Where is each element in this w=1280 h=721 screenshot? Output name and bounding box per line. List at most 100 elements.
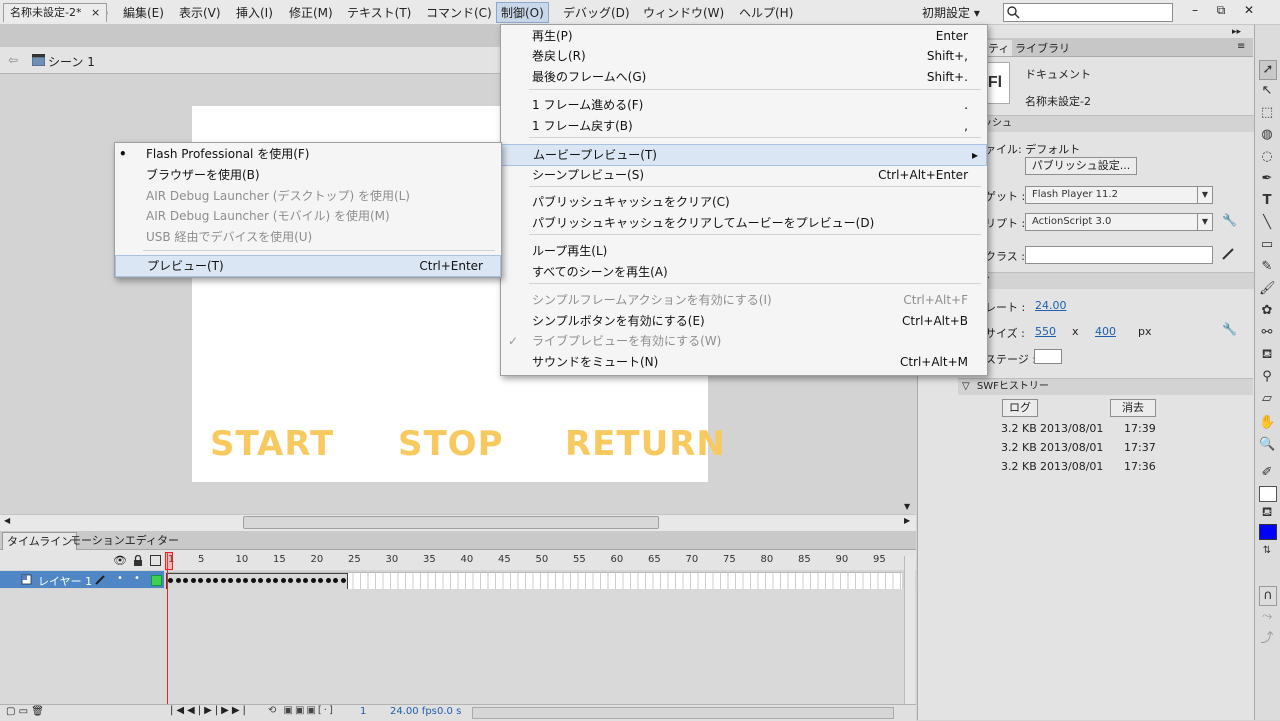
control-menu-item[interactable]: パブリッシュキャッシュをクリア(C) bbox=[501, 192, 985, 212]
keyframe[interactable] bbox=[325, 578, 331, 583]
menu-10[interactable]: ヘルプ(H) bbox=[739, 4, 793, 21]
keyframe[interactable] bbox=[295, 578, 301, 583]
keyframe[interactable] bbox=[303, 578, 308, 583]
timeline-vertical-scrollbar[interactable] bbox=[904, 556, 915, 704]
bone-tool-icon[interactable]: ⚯ bbox=[1259, 324, 1275, 342]
menu-1[interactable]: 編集(E) bbox=[123, 4, 164, 21]
keyframe[interactable] bbox=[243, 578, 248, 583]
preview-submenu-item[interactable]: AIR Debug Launcher (デスクトップ) を使用(L) bbox=[115, 186, 499, 206]
tab-library[interactable]: ライブラリ bbox=[1015, 40, 1070, 56]
keyframe[interactable] bbox=[265, 578, 271, 583]
control-menu-item[interactable]: 再生(P) Enter bbox=[501, 26, 985, 46]
playhead[interactable] bbox=[165, 552, 173, 570]
return-button-text[interactable]: RETURN bbox=[565, 424, 726, 464]
keyframe[interactable] bbox=[288, 578, 293, 583]
current-frame[interactable]: 1 bbox=[360, 706, 366, 717]
keyframe[interactable] bbox=[333, 578, 338, 583]
text-tool-icon[interactable]: T bbox=[1259, 192, 1275, 210]
keyframe[interactable] bbox=[235, 578, 241, 583]
menu-6[interactable]: コマンド(C) bbox=[426, 4, 492, 21]
subselection-tool-icon[interactable]: ↖ bbox=[1259, 82, 1275, 100]
line-tool-icon[interactable]: ╲ bbox=[1259, 214, 1275, 232]
frame-rate[interactable]: 24.00 fps bbox=[390, 706, 437, 717]
layer-name[interactable]: レイヤー 1 bbox=[38, 573, 92, 589]
keyframe[interactable] bbox=[250, 578, 256, 583]
keyframe[interactable] bbox=[205, 578, 211, 583]
brush-tool-icon[interactable]: 🖌 bbox=[1259, 280, 1276, 298]
search-input[interactable] bbox=[1003, 3, 1173, 22]
frame-ruler[interactable]: 1 5 10 15 20 25 30 35 40 45 50 55 60 65 70 75 80 85 90 95 bbox=[166, 552, 902, 570]
document-tab[interactable]: 名称未設定-2* × bbox=[3, 3, 108, 22]
preview-submenu-item[interactable]: USB 経由でデバイスを使用(U) bbox=[115, 227, 499, 247]
panel-collapse-icon[interactable]: ▸▸ bbox=[1232, 27, 1241, 37]
keyframe[interactable] bbox=[198, 578, 203, 583]
pencil-icon[interactable] bbox=[1221, 247, 1235, 261]
lock-dot-icon[interactable]: • bbox=[134, 573, 140, 584]
publish-settings-button[interactable]: パブリッシュ設定... bbox=[1025, 157, 1137, 175]
onion-skin-icons[interactable]: ⟲ ▣▣▣[·] bbox=[268, 705, 335, 716]
outline-icon[interactable] bbox=[150, 555, 161, 566]
minimize-button[interactable]: – bbox=[1184, 2, 1206, 18]
deco-tool-icon[interactable]: ✿ bbox=[1259, 302, 1275, 320]
control-menu-item[interactable]: シンプルボタンを有効にする(E) Ctrl+Alt+B bbox=[501, 311, 985, 331]
fps-value[interactable]: 24.00 bbox=[1035, 299, 1067, 312]
keyframe[interactable] bbox=[310, 578, 316, 583]
straighten-icon[interactable]: ⤴ bbox=[1259, 630, 1275, 648]
wrench-icon[interactable]: 🔧 bbox=[1222, 213, 1237, 227]
layer-color-swatch[interactable] bbox=[151, 575, 162, 586]
new-layer-icon[interactable]: ▢ ▭ 🗑 bbox=[6, 706, 44, 717]
3d-rotation-tool-icon[interactable]: ◍ bbox=[1259, 126, 1275, 144]
zoom-tool-icon[interactable]: 🔍 bbox=[1259, 436, 1275, 454]
preview-submenu-item[interactable]: ブラウザーを使用(B) bbox=[115, 165, 499, 185]
smooth-icon[interactable]: ⤳ bbox=[1259, 608, 1275, 626]
eyedropper-tool-icon[interactable]: ⚲ bbox=[1259, 368, 1275, 386]
status-scrollbar[interactable] bbox=[472, 707, 894, 719]
keyframe[interactable] bbox=[175, 578, 181, 583]
fill-color-swatch[interactable] bbox=[1259, 524, 1277, 540]
scrollbar-thumb[interactable] bbox=[243, 516, 659, 529]
pencil-tool-icon[interactable]: ✎ bbox=[1259, 258, 1275, 276]
class-input[interactable] bbox=[1025, 246, 1213, 264]
swap-colors-icon[interactable]: ⇅ bbox=[1259, 542, 1275, 560]
control-menu-item[interactable]: ムービープレビュー(T) ▸ bbox=[501, 144, 987, 166]
eye-icon[interactable]: 👁 bbox=[113, 554, 127, 567]
close-icon[interactable]: × bbox=[91, 6, 100, 19]
control-menu-item[interactable]: 1 フレーム進める(F). bbox=[501, 95, 985, 115]
swf-history-section[interactable]: ▽ SWFヒストリー bbox=[958, 378, 1253, 395]
preview-submenu-item[interactable]: Flash Professional を使用(F) • bbox=[115, 144, 499, 164]
log-button[interactable]: ログ bbox=[1002, 399, 1038, 417]
keyframe[interactable] bbox=[220, 578, 226, 583]
paint-bucket-tool-icon[interactable]: ⛾ bbox=[1259, 346, 1275, 364]
target-select[interactable]: Flash Player 11.2 ▼ bbox=[1025, 186, 1213, 204]
scene-name[interactable]: シーン 1 bbox=[48, 53, 95, 70]
script-select[interactable]: ActionScript 3.0 ▼ bbox=[1025, 213, 1213, 231]
preview-submenu-item[interactable]: プレビュー(T) Ctrl+Enter bbox=[115, 255, 501, 277]
snap-magnet-icon[interactable]: ∩ bbox=[1259, 586, 1277, 606]
back-arrow-icon[interactable]: ⇦ bbox=[8, 53, 18, 67]
control-menu-item[interactable]: 最後のフレームへ(G) Shift+. bbox=[501, 67, 985, 87]
keyframe[interactable] bbox=[273, 578, 278, 583]
keyframe[interactable] bbox=[183, 578, 188, 583]
keyframe[interactable] bbox=[318, 578, 323, 583]
menu-3[interactable]: 挿入(I) bbox=[236, 4, 273, 21]
menu-4[interactable]: 修正(M) bbox=[289, 4, 333, 21]
close-button[interactable]: ✕ bbox=[1238, 2, 1260, 18]
keyframe-span[interactable] bbox=[166, 573, 348, 590]
pen-tool-icon[interactable]: ✒ bbox=[1259, 170, 1275, 188]
lasso-tool-icon[interactable]: ◌ bbox=[1259, 148, 1275, 166]
free-transform-tool-icon[interactable]: ⬚ bbox=[1259, 104, 1275, 122]
eraser-tool-icon[interactable]: ▱ bbox=[1259, 390, 1275, 408]
hand-tool-icon[interactable]: ✋ bbox=[1259, 414, 1275, 432]
menu-5[interactable]: テキスト(T) bbox=[347, 4, 411, 21]
preview-submenu-item[interactable]: AIR Debug Launcher (モバイル) を使用(M) bbox=[115, 206, 499, 226]
control-menu-item[interactable]: パブリッシュキャッシュをクリアしてムービーをプレビュー(D) bbox=[501, 213, 985, 233]
stage-color-swatch[interactable] bbox=[1034, 349, 1062, 364]
keyframe[interactable] bbox=[228, 578, 233, 583]
wrench-icon[interactable]: 🔧 bbox=[1222, 322, 1237, 336]
stop-button-text[interactable]: STOP bbox=[398, 424, 504, 464]
control-menu-item[interactable]: 1 フレーム戻す(B), bbox=[501, 116, 985, 136]
keyframe[interactable] bbox=[280, 578, 286, 583]
control-menu-item[interactable]: シンプルフレームアクションを有効にする(I) Ctrl+Alt+F bbox=[501, 290, 985, 310]
keyframe[interactable] bbox=[168, 578, 173, 583]
clear-button[interactable]: 消去 bbox=[1110, 399, 1156, 417]
